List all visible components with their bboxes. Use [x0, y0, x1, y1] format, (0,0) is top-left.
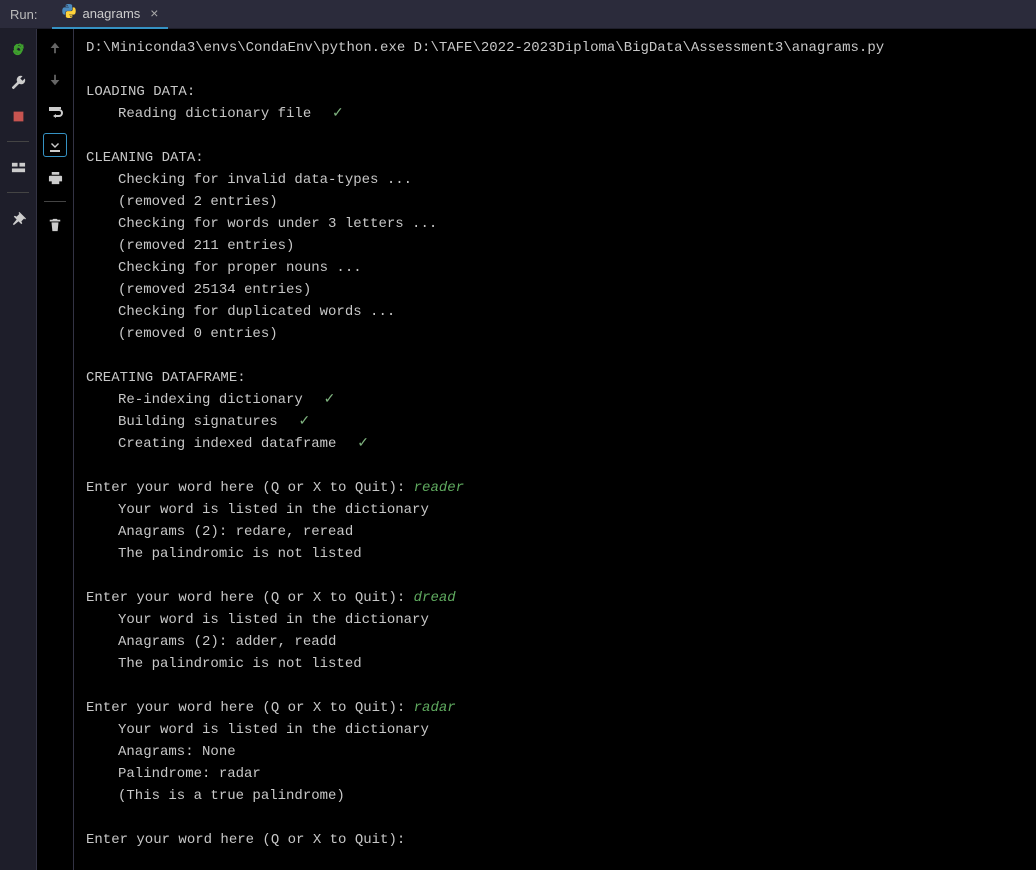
console-output[interactable]: D:\Miniconda3\envs\CondaEnv\python.exe D… [74, 29, 1036, 870]
left-gutter [0, 29, 37, 870]
run-label: Run: [0, 7, 47, 22]
rerun-icon[interactable] [7, 37, 29, 59]
tab-name: anagrams [82, 6, 140, 21]
wrench-icon[interactable] [7, 71, 29, 93]
console-gutter [37, 29, 74, 870]
python-icon [62, 4, 76, 23]
run-panel: D:\Miniconda3\envs\CondaEnv\python.exe D… [0, 29, 1036, 870]
print-icon[interactable] [44, 167, 66, 189]
trash-icon[interactable] [44, 214, 66, 236]
stop-icon[interactable] [7, 105, 29, 127]
scroll-to-end-icon[interactable] [43, 133, 67, 157]
layout-icon[interactable] [7, 156, 29, 178]
close-icon[interactable]: × [150, 5, 158, 21]
up-arrow-icon[interactable] [44, 37, 66, 59]
run-tab[interactable]: anagrams × [52, 0, 168, 29]
run-header: Run: anagrams × [0, 0, 1036, 29]
soft-wrap-icon[interactable] [44, 101, 66, 123]
pin-icon[interactable] [7, 207, 29, 229]
console-text: D:\Miniconda3\envs\CondaEnv\python.exe D… [86, 37, 1024, 851]
down-arrow-icon[interactable] [44, 69, 66, 91]
